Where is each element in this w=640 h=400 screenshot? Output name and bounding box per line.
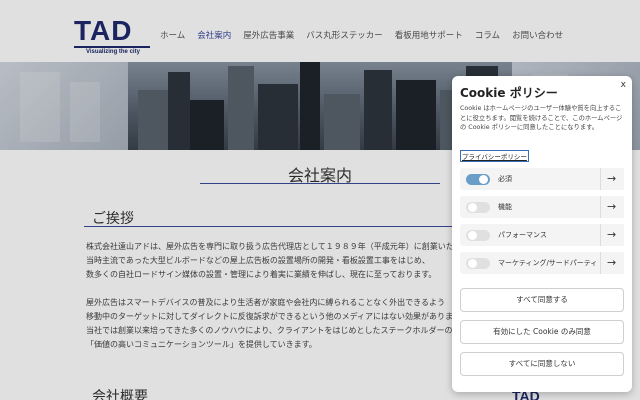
toggle-knob — [468, 203, 477, 212]
expand-button[interactable]: → — [600, 196, 624, 218]
cookie-category-marketing[interactable]: マーケティング/サードパーティ → — [460, 252, 624, 274]
arrow-right-icon: → — [607, 172, 617, 185]
arrow-right-icon: → — [607, 256, 617, 269]
cookie-dialog-title: Cookie ポリシー — [460, 86, 558, 100]
performance-toggle[interactable] — [466, 230, 490, 241]
accept-all-button[interactable]: すべて同意する — [460, 288, 624, 312]
required-toggle[interactable] — [466, 174, 490, 185]
category-label: 機能 — [498, 203, 512, 211]
arrow-right-icon: → — [607, 200, 617, 213]
cookie-description: Cookie はホームページのユーザー体験や質を向上することに役立ちます。閲覧を… — [460, 105, 623, 131]
reject-all-button[interactable]: すべてに同意しない — [460, 352, 624, 376]
expand-button[interactable]: → — [600, 252, 624, 274]
arrow-right-icon: → — [607, 228, 617, 241]
cookie-category-required[interactable]: 必須 → — [460, 168, 624, 190]
accept-enabled-button[interactable]: 有効にした Cookie のみ同意 — [460, 320, 624, 344]
cookie-policy-dialog: Cookie ポリシー x Cookie はホームページのユーザー体験や質を向上… — [452, 76, 632, 392]
functional-toggle[interactable] — [466, 202, 490, 213]
privacy-policy-link[interactable]: プライバシーポリシー — [460, 150, 529, 162]
cookie-category-performance[interactable]: パフォーマンス → — [460, 224, 624, 246]
close-icon[interactable]: x — [621, 80, 626, 90]
cookie-category-functional[interactable]: 機能 → — [460, 196, 624, 218]
category-label: 必須 — [498, 175, 512, 183]
toggle-knob — [479, 175, 488, 184]
expand-button[interactable]: → — [600, 224, 624, 246]
marketing-toggle[interactable] — [466, 258, 490, 269]
toggle-knob — [468, 259, 477, 268]
category-label: マーケティング/サードパーティ — [498, 259, 598, 267]
toggle-knob — [468, 231, 477, 240]
expand-button[interactable]: → — [600, 168, 624, 190]
category-label: パフォーマンス — [498, 231, 547, 239]
